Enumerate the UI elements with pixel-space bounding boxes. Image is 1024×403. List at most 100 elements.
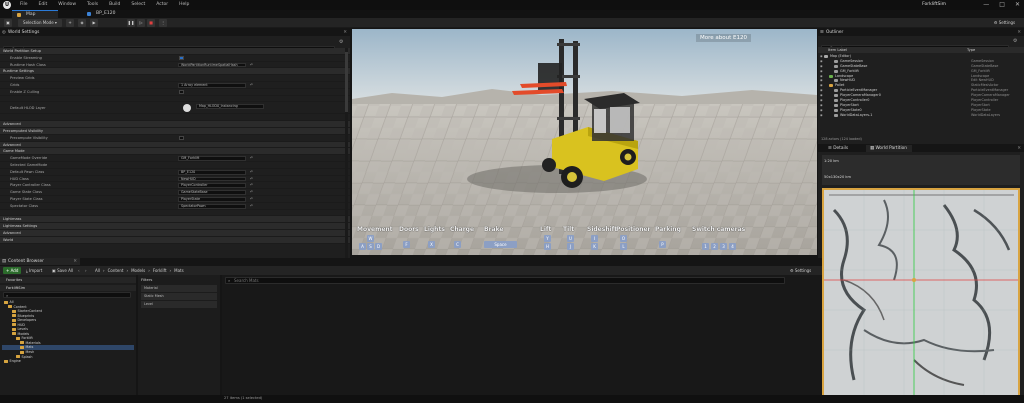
step-icon[interactable]: ▷ xyxy=(137,19,145,27)
level-viewport[interactable]: AsfaltMaterialAutoPolishMaterialBlacklin… xyxy=(352,29,817,255)
outliner-row[interactable]: WorldDataLayers-1 WorldDataLayers ◉ xyxy=(820,113,1020,118)
back-icon[interactable]: ‹ xyxy=(78,268,80,273)
selection-mode-dropdown[interactable]: Selection Mode ▾ xyxy=(18,19,62,27)
maximize-icon[interactable]: □ xyxy=(999,1,1005,8)
tab-world-partition[interactable]: ▦ World Partition xyxy=(866,145,912,152)
control-label-doors: Doors xyxy=(399,226,419,233)
save-icon[interactable]: ▣ xyxy=(4,19,12,27)
reset-arrow-icon[interactable]: ↶ xyxy=(250,169,253,176)
breadcrumb-item[interactable]: All xyxy=(95,268,100,273)
property-row xyxy=(0,96,350,103)
reset-arrow-icon[interactable]: ↶ xyxy=(250,203,253,210)
property-value[interactable]: NewHUD xyxy=(178,176,246,182)
forward-icon[interactable]: › xyxy=(85,268,87,273)
tab-bp-e120[interactable]: BP_E120 xyxy=(82,10,122,18)
reset-arrow-icon[interactable]: ↶ xyxy=(250,176,253,183)
close-icon[interactable]: ✕ xyxy=(1015,1,1020,8)
section-header[interactable]: Runtime Settings xyxy=(0,68,350,76)
section-header[interactable]: World xyxy=(0,236,350,244)
breadcrumb-item[interactable]: Models xyxy=(131,268,145,273)
menu-file[interactable]: File xyxy=(20,2,28,7)
level-icon xyxy=(17,13,21,17)
minimize-icon[interactable]: — xyxy=(983,1,989,8)
column-item-label[interactable]: Item Label xyxy=(828,48,847,52)
filter-item[interactable]: Material xyxy=(141,285,217,292)
save-all-button[interactable]: ▣ Save All xyxy=(52,268,73,273)
section-header[interactable]: Advanced xyxy=(0,141,350,149)
content-browser-tab[interactable]: ▤ Content Browser ✕ xyxy=(0,258,80,265)
more-play-options-icon[interactable]: ⋮ xyxy=(159,19,167,27)
asset-search[interactable]: ⌕ Search Mats xyxy=(225,277,785,284)
menu-tools[interactable]: Tools xyxy=(87,2,98,7)
filter-item[interactable]: Level xyxy=(141,301,217,308)
property-value[interactable]: SpectatorPawn xyxy=(178,203,246,209)
breadcrumb-item[interactable]: Mats xyxy=(174,268,184,273)
property-checkbox[interactable] xyxy=(179,135,184,141)
more-about-e120-button[interactable]: More about E120 xyxy=(696,34,751,42)
world-partition-minimap[interactable] xyxy=(822,188,1020,398)
reset-arrow-icon[interactable]: ↶ xyxy=(250,189,253,196)
menu-window[interactable]: Window xyxy=(58,2,76,7)
outliner-tab[interactable]: ☰ Outliner ✕ xyxy=(818,29,1024,36)
section-header[interactable]: Game Mode xyxy=(0,148,350,156)
property-checkbox[interactable] xyxy=(179,89,184,95)
close-icon[interactable]: ✕ xyxy=(343,29,347,36)
menu-help[interactable]: Help xyxy=(179,2,189,7)
property-value[interactable]: PlayerState xyxy=(178,196,246,202)
add-button[interactable]: + Add xyxy=(3,267,22,274)
folder-label: All xyxy=(9,300,14,304)
add-actor-icon[interactable]: + xyxy=(66,19,74,27)
tree-search[interactable]: ⌕ xyxy=(3,292,131,298)
reset-arrow-icon[interactable]: ↶ xyxy=(250,196,253,203)
reset-arrow-icon[interactable]: ↶ xyxy=(250,182,253,189)
settings-gear-icon[interactable]: ⚙ xyxy=(339,39,343,45)
property-value[interactable]: PlayerController xyxy=(178,183,246,189)
scrollbar[interactable] xyxy=(345,48,348,258)
cb-settings-button[interactable]: ⚙ Settings xyxy=(790,268,811,273)
column-type[interactable]: Type xyxy=(967,48,975,52)
stop-icon[interactable]: ■ xyxy=(147,19,155,27)
section-header[interactable]: Advanced xyxy=(0,121,350,128)
section-header[interactable]: Lightmass xyxy=(0,216,350,224)
property-value[interactable]: 1 Array element xyxy=(178,82,246,88)
visibility-eye-icon[interactable]: ◉ xyxy=(820,113,823,118)
menu-select[interactable]: Select xyxy=(131,2,145,7)
world-settings-tab[interactable]: ◎ World Settings ✕ xyxy=(0,29,350,36)
settings-gear-icon[interactable]: ⚙ xyxy=(1013,38,1017,44)
pause-icon[interactable]: ❚❚ xyxy=(127,19,135,27)
section-header[interactable]: Advanced xyxy=(0,229,350,237)
close-icon[interactable]: ✕ xyxy=(73,258,77,265)
cinematics-icon[interactable]: ▶ xyxy=(90,19,98,27)
menu-edit[interactable]: Edit xyxy=(39,2,48,7)
project-section[interactable]: ForkliftSim xyxy=(0,285,136,291)
filter-item[interactable]: Static Mesh xyxy=(141,293,217,300)
close-icon[interactable]: ✕ xyxy=(1017,145,1021,152)
property-value[interactable]: WorldPartitionRuntimeSpatialHash xyxy=(178,62,246,68)
reset-arrow-icon[interactable]: ↶ xyxy=(250,62,253,69)
section-header[interactable]: Lightmass Settings xyxy=(0,223,350,230)
reset-arrow-icon[interactable]: ↶ xyxy=(250,82,253,89)
menu-actor[interactable]: Actor xyxy=(156,2,168,7)
property-value[interactable]: BP_E120 xyxy=(178,169,246,175)
settings-button[interactable]: ⚙ Settings xyxy=(989,19,1020,27)
tab-details[interactable]: ☰ Details xyxy=(820,145,860,152)
property-checkbox[interactable] xyxy=(179,55,184,61)
breadcrumb-item[interactable]: Forklift xyxy=(153,268,167,273)
folder-item[interactable]: Engine xyxy=(2,359,134,364)
blueprint-menu-icon[interactable]: ◈ xyxy=(78,19,86,27)
breadcrumb-item[interactable]: Content xyxy=(108,268,124,273)
folder-icon xyxy=(16,355,20,359)
tab-map[interactable]: Map xyxy=(12,10,58,18)
control-label-switch-cameras: Switch cameras xyxy=(692,226,746,233)
favorites-section[interactable]: Favorites xyxy=(0,277,136,283)
section-header[interactable]: Precomputed Visibility xyxy=(0,127,350,135)
property-value[interactable]: GameStateBase xyxy=(178,190,246,195)
actor-icon xyxy=(829,84,833,88)
section-header[interactable]: World Partition Setup xyxy=(0,48,350,55)
property-value[interactable]: Map_HLOD0_Instancing xyxy=(196,104,264,110)
reset-arrow-icon[interactable]: ↶ xyxy=(250,155,253,162)
menu-build[interactable]: Build xyxy=(109,2,120,7)
import-button[interactable]: ⤓ Import xyxy=(26,268,42,273)
property-value[interactable]: GM_Forklift xyxy=(178,156,246,161)
close-icon[interactable]: ✕ xyxy=(1017,29,1021,36)
